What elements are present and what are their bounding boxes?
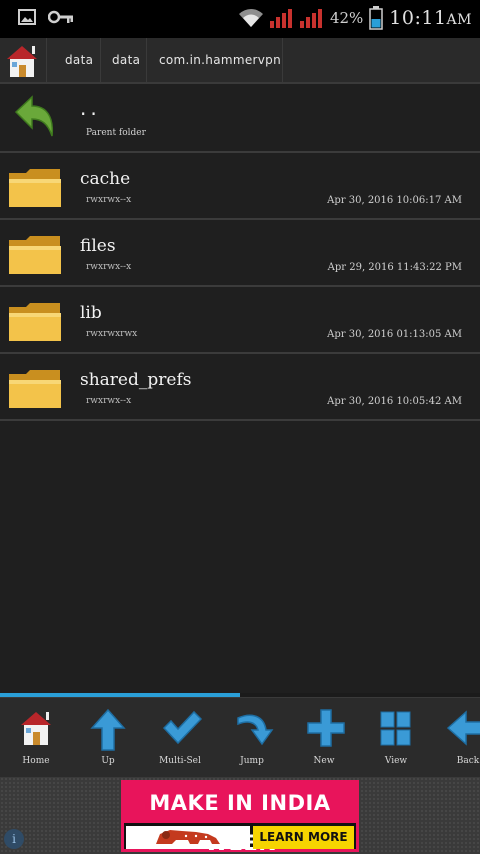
breadcrumb: data data com.in.hammervpn [0, 38, 480, 84]
folder-icon [9, 236, 61, 274]
lion-logo-icon [156, 830, 220, 844]
file-name: cache [80, 169, 131, 189]
arrow-left-icon [446, 710, 480, 746]
plus-icon [307, 709, 345, 747]
parent-folder-name: .. [80, 96, 101, 120]
back-button[interactable]: Back [436, 704, 480, 772]
status-notifications [18, 9, 74, 25]
signal-sim1-icon [269, 9, 292, 28]
vpn-key-icon [48, 10, 73, 24]
breadcrumb-item-data-1[interactable]: data [65, 53, 93, 67]
bottom-toolbar: Home Up Multi-Sel Jump New View Back [0, 697, 480, 777]
home-button[interactable]: Home [6, 704, 66, 772]
multi-select-button[interactable]: Multi-Sel [150, 704, 210, 772]
new-button[interactable]: New [294, 704, 354, 772]
ad-banner[interactable]: MAKE IN INDIA WEEK LEARN MORE [121, 780, 359, 854]
file-name: files [80, 236, 116, 256]
up-button-label: Up [101, 756, 115, 766]
clock-time: 10:11 [389, 7, 447, 29]
status-bar: 42% 10:11AM [0, 0, 480, 38]
learn-more-button[interactable]: LEARN MORE [253, 826, 354, 849]
file-name: shared_prefs [80, 370, 192, 390]
file-permissions: rwxrwx--x [86, 396, 132, 406]
jump-arrow-icon [237, 714, 274, 746]
list-item[interactable]: files rwxrwx--x Apr 29, 2016 11:43:22 PM [0, 220, 480, 287]
view-button-label: View [384, 756, 408, 766]
multi-select-button-label: Multi-Sel [159, 756, 201, 766]
file-name: lib [80, 303, 102, 323]
folder-icon [9, 169, 61, 207]
home-button-label: Home [22, 756, 50, 766]
ad-title: MAKE IN INDIA WEEK [124, 783, 356, 854]
folder-icon [9, 303, 61, 341]
file-date: Apr 29, 2016 11:43:22 PM [327, 262, 462, 273]
file-permissions: rwxrwx--x [86, 262, 132, 272]
checkmark-icon [162, 710, 202, 745]
battery-percent: 42% [329, 9, 364, 27]
arrow-up-icon [90, 708, 126, 751]
ad-area: i MAKE IN INDIA WEEK LEARN MORE [0, 777, 480, 854]
new-button-label: New [313, 756, 335, 766]
list-item[interactable]: lib rwxrwxrwx Apr 30, 2016 01:13:05 AM [0, 287, 480, 354]
file-date: Apr 30, 2016 01:13:05 AM [327, 329, 462, 340]
file-permissions: rwxrwx--x [86, 195, 132, 205]
file-date: Apr 30, 2016 10:06:17 AM [327, 195, 462, 206]
ad-lion-logo [126, 826, 250, 849]
home-icon [21, 712, 51, 745]
home-icon [7, 46, 37, 77]
breadcrumb-divider [146, 38, 147, 84]
list-item[interactable]: cache rwxrwx--x Apr 30, 2016 10:06:17 AM [0, 153, 480, 220]
folder-icon [9, 370, 61, 408]
jump-button-label: Jump [240, 756, 264, 766]
view-button[interactable]: View [366, 704, 426, 772]
parent-folder-subtitle: Parent folder [86, 128, 146, 138]
up-button[interactable]: Up [78, 704, 138, 772]
breadcrumb-home-button[interactable] [4, 42, 40, 80]
clock-suffix: AM [446, 12, 472, 28]
breadcrumb-divider [100, 38, 101, 84]
breadcrumb-divider [282, 38, 283, 84]
status-indicators: 42% 10:11AM [238, 6, 472, 30]
up-arrow-back-icon [14, 95, 54, 137]
clock: 10:11AM [389, 7, 472, 29]
file-permissions: rwxrwxrwx [86, 329, 138, 339]
breadcrumb-item-package[interactable]: com.in.hammervpn [159, 53, 281, 67]
grid-view-icon [380, 711, 411, 746]
back-button-label: Back [456, 756, 480, 766]
signal-sim2-icon [299, 9, 322, 28]
wifi-icon [238, 9, 263, 27]
parent-folder-row[interactable]: .. Parent folder [0, 86, 480, 153]
jump-button[interactable]: Jump [222, 704, 282, 772]
ad-info-icon[interactable]: i [4, 829, 24, 849]
breadcrumb-divider [46, 38, 47, 84]
breadcrumb-item-data-2[interactable]: data [112, 53, 140, 67]
list-item[interactable]: shared_prefs rwxrwx--x Apr 30, 2016 10:0… [0, 354, 480, 421]
battery-icon [369, 6, 384, 30]
image-notification-icon [18, 9, 36, 25]
file-date: Apr 30, 2016 10:05:42 AM [327, 396, 462, 407]
